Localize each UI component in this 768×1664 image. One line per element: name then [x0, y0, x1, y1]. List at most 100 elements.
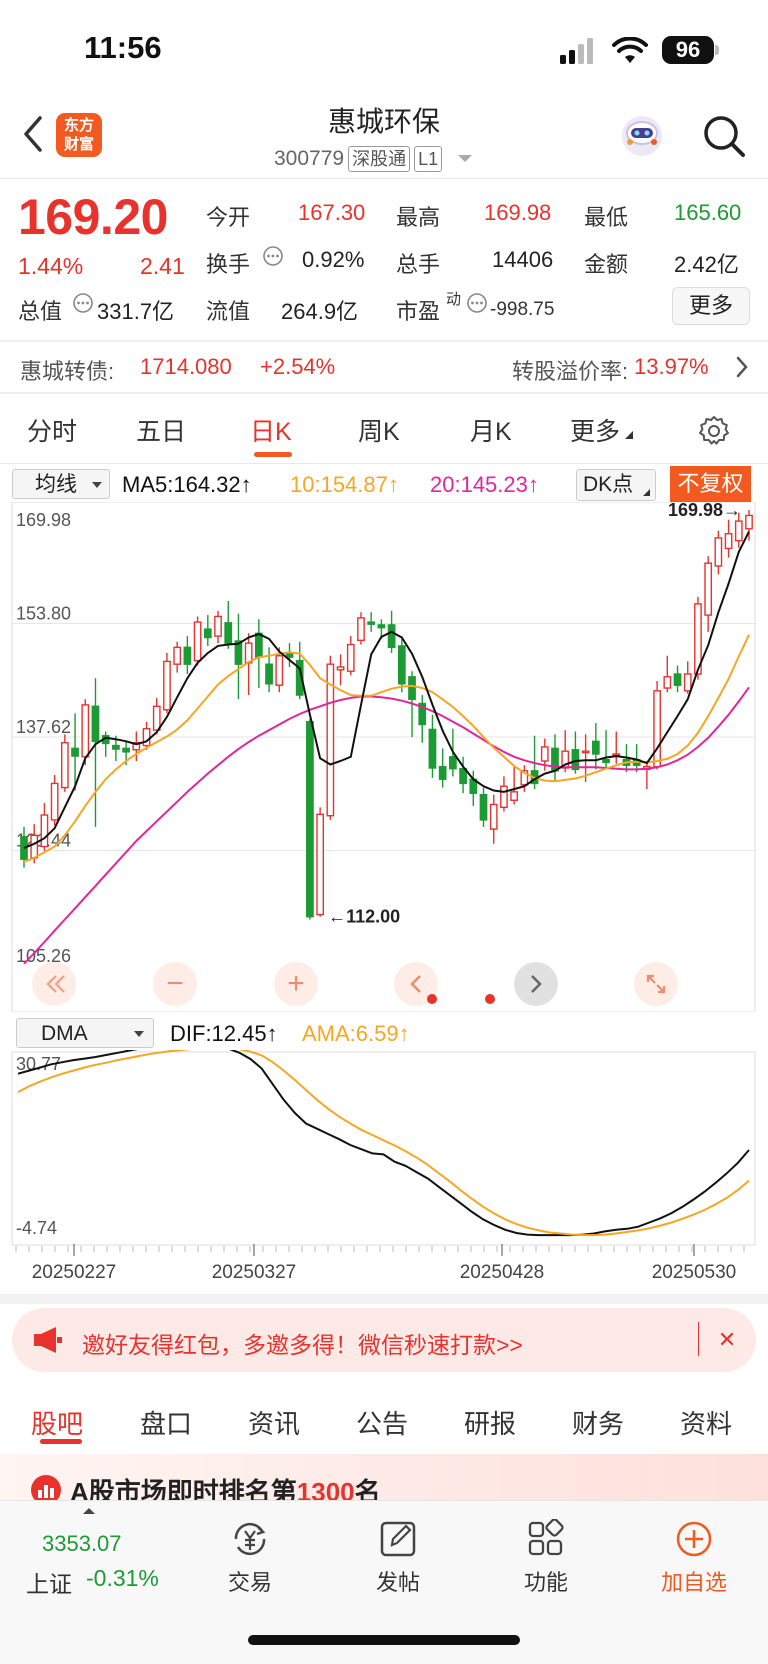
no-adjust-button[interactable]: 不复权: [670, 466, 751, 502]
indicator-select-dma-label: DMA: [41, 1022, 88, 1045]
tab-daily-k[interactable]: 日K: [250, 412, 292, 448]
plus-circle-icon: [676, 1521, 712, 1557]
dk-point-label: DK点: [583, 473, 634, 496]
candle-body: [673, 673, 682, 686]
dma-chart[interactable]: 30.77-4.7420250227 20250327 20250428 202505…: [0, 1050, 768, 1294]
status-bar: 11:56 96: [0, 0, 768, 100]
tab-intraday[interactable]: 分时: [27, 412, 77, 448]
dma-dif-line: [17, 1050, 750, 1237]
info-dots-icon[interactable]: [262, 245, 284, 267]
tab-news[interactable]: 资讯: [248, 1404, 300, 1441]
candle-body: [367, 621, 376, 625]
tab-research[interactable]: 研报: [464, 1404, 516, 1441]
info-dots-icon[interactable]: [72, 292, 94, 314]
candle-body: [734, 520, 743, 542]
info-dots-icon[interactable]: [466, 292, 488, 314]
turnover-value: 0.92%: [302, 247, 365, 272]
more-button[interactable]: 更多: [672, 287, 750, 325]
nav-features[interactable]: 功能: [486, 1518, 606, 1597]
premium-value: 13.97%: [634, 354, 709, 379]
x-tick-label: 20250530: [652, 1262, 737, 1283]
candle-body: [40, 814, 49, 848]
low-value: 165.60: [674, 200, 742, 225]
battery-tip: [715, 45, 719, 55]
candle-body: [745, 514, 753, 530]
edit-icon: [380, 1521, 416, 1557]
ma10-label: 10:154.87↑: [290, 472, 399, 497]
indicator-select-ma[interactable]: 均线: [12, 469, 110, 499]
indicator-select-dma[interactable]: DMA: [16, 1018, 154, 1048]
ma-legend-row: 均线 MA5:164.32↑ 10:154.87↑ 20:145.23↑ DK点: [0, 466, 768, 502]
zoom-out-button[interactable]: −: [153, 962, 197, 1006]
tab-guba[interactable]: 股吧: [31, 1404, 83, 1441]
content-tab-underline: [40, 1439, 82, 1444]
y-tick-label: 153.80: [16, 604, 71, 624]
candle-body: [663, 676, 672, 689]
search-icon: [704, 116, 745, 157]
pan-right-button[interactable]: [514, 962, 558, 1006]
candle-body: [254, 632, 263, 658]
nav-post[interactable]: 发帖: [338, 1519, 458, 1597]
convertible-label: 惠城转债:: [20, 359, 115, 384]
candle-body: [244, 642, 253, 664]
candle-body: [510, 791, 519, 801]
convertible-bond-row[interactable]: 惠城转债: 1714.080 +2.54% 转股溢价率: 13.97%: [0, 341, 768, 391]
ranking-card[interactable]: A股市场即时排名第1300名: [0, 1454, 768, 1500]
candle-body: [183, 646, 192, 665]
banner-close-button[interactable]: ✕: [712, 1325, 742, 1355]
caret-down-icon: [134, 1031, 144, 1037]
candle-body: [479, 793, 488, 821]
y-tick-label: 169.98: [16, 510, 71, 530]
chevron-right-icon: [736, 356, 748, 378]
candle-body: [275, 655, 284, 686]
tab-order-book[interactable]: 盘口: [140, 1404, 192, 1441]
dk-point-select[interactable]: DK点: [576, 469, 656, 501]
candle-body: [316, 813, 324, 916]
candle-body: [489, 803, 498, 830]
battery-indicator: 96: [662, 36, 714, 64]
scroll-to-start-button[interactable]: [32, 962, 76, 1006]
robot-assistant-icon[interactable]: [618, 112, 666, 160]
candle-body: [326, 663, 335, 817]
zoom-in-button[interactable]: +: [274, 962, 318, 1006]
tab-monthly-k[interactable]: 月K: [470, 412, 512, 448]
x-tick-label: 20250227: [32, 1262, 117, 1283]
nav-trade[interactable]: 交易: [190, 1519, 310, 1597]
tab-weekly-k[interactable]: 周K: [358, 412, 400, 448]
stock-code-row[interactable]: 300779 深股通 L1: [274, 146, 474, 172]
wifi-icon: [612, 37, 648, 63]
candle-body: [30, 834, 39, 859]
change-value: 2.41: [140, 253, 185, 279]
page-dot: [485, 994, 495, 1004]
convertible-change: +2.54%: [260, 354, 336, 379]
nav-add-watchlist[interactable]: 加自选: [634, 1519, 754, 1597]
tab-financials[interactable]: 财务: [572, 1404, 624, 1441]
candle-body: [449, 756, 457, 770]
fullscreen-button[interactable]: [634, 962, 678, 1006]
tab-announcements[interactable]: 公告: [356, 1404, 408, 1441]
market-cap-label: 总值: [18, 299, 63, 324]
search-button[interactable]: [700, 112, 748, 160]
tab-five-day[interactable]: 五日: [136, 412, 186, 448]
candle-body: [357, 617, 365, 642]
candle-body: [224, 622, 233, 644]
tab-more[interactable]: 更多: [570, 412, 634, 448]
expand-icon: [646, 974, 666, 994]
kline-chart[interactable]: 169.98153.80137.62121.44105.26169.98→←11…: [0, 502, 768, 1012]
candle-body: [173, 646, 182, 665]
premium-label: 转股溢价率:: [512, 359, 629, 384]
amount-value: 2.42亿: [674, 252, 739, 277]
zoom-in-label: +: [287, 967, 305, 1000]
candle-body: [60, 742, 69, 789]
index-quote[interactable]: 3353.07 上证 -0.31%: [20, 1507, 180, 1607]
tab-profile[interactable]: 资料: [680, 1404, 732, 1441]
gear-icon[interactable]: [697, 414, 731, 448]
dma-y-tick-label: -4.74: [16, 1218, 57, 1238]
dif-label: DIF:12.45↑: [170, 1021, 278, 1046]
change-percent: 1.44%: [18, 253, 84, 279]
nav-post-label: 发帖: [375, 1570, 420, 1595]
header-divider: [0, 178, 768, 179]
candle-body: [459, 768, 467, 785]
candle-body: [581, 750, 590, 754]
market-cap-value: 331.7亿: [97, 299, 175, 324]
